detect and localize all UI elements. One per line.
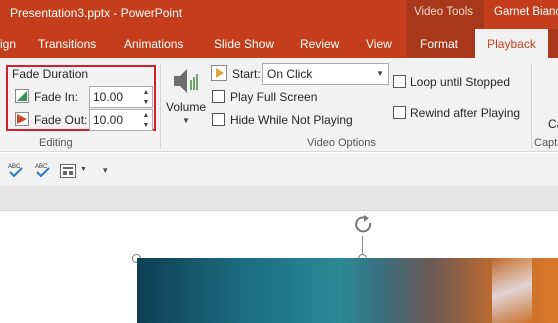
- fade-out-label: Fade Out:: [34, 113, 88, 127]
- video-options-group-label: Video Options: [307, 137, 376, 149]
- document-title: Presentation3.pptx - PowerPoint: [10, 6, 183, 20]
- tab-transitions[interactable]: Transitions: [38, 37, 96, 51]
- volume-button[interactable]: Volume ▼: [166, 64, 206, 136]
- captions-button-label[interactable]: Ca: [548, 117, 558, 131]
- tab-review[interactable]: Review: [300, 37, 339, 51]
- toolbar-divider-band: [0, 186, 558, 211]
- tab-view[interactable]: View: [366, 37, 392, 51]
- hide-while-not-playing-checkbox[interactable]: [212, 113, 225, 126]
- fade-in-icon: [15, 89, 29, 103]
- spin-down-icon[interactable]: ▼: [142, 121, 150, 130]
- rewind-after-playing-checkbox[interactable]: [393, 106, 406, 119]
- video-light-streak: [492, 258, 532, 323]
- customize-qat-icon[interactable]: ▾: [103, 165, 108, 176]
- group-separator: [531, 64, 532, 148]
- loop-until-stopped-checkbox[interactable]: [393, 75, 406, 88]
- tab-playback[interactable]: Playback: [475, 29, 548, 58]
- editing-group-label: Editing: [39, 137, 73, 149]
- tab-animations[interactable]: Animations: [124, 37, 183, 51]
- play-start-icon: [211, 65, 227, 81]
- fade-in-label: Fade In:: [34, 90, 79, 104]
- tab-design[interactable]: ign: [0, 37, 16, 51]
- fade-out-icon: [15, 112, 29, 126]
- speaker-icon: [174, 69, 198, 93]
- group-separator: [160, 64, 161, 148]
- video-frame[interactable]: [137, 258, 558, 323]
- fade-out-value: 10.00: [93, 113, 124, 127]
- fade-duration-label: Fade Duration: [12, 67, 89, 81]
- rewind-after-playing-label[interactable]: Rewind after Playing: [410, 106, 520, 120]
- fade-in-value: 10.00: [93, 90, 124, 104]
- svg-text:ABC: ABC: [8, 164, 21, 170]
- layout-dropdown[interactable]: ▼: [60, 164, 88, 178]
- rotate-handle-icon[interactable]: [352, 214, 376, 236]
- chevron-down-icon: ▼: [182, 116, 190, 125]
- user-name[interactable]: Garnet Bianc: [494, 6, 558, 18]
- ribbon-tab-row: ign Transitions Animations Slide Show Re…: [0, 29, 558, 58]
- play-full-screen-label[interactable]: Play Full Screen: [230, 90, 317, 104]
- title-bar: Presentation3.pptx - PowerPoint Video To…: [0, 0, 558, 29]
- start-value: On Click: [267, 67, 313, 81]
- loop-until-stopped-label[interactable]: Loop until Stopped: [410, 75, 510, 89]
- tab-format[interactable]: Format: [420, 37, 458, 51]
- slide-canvas: [0, 212, 558, 323]
- tab-slide-show[interactable]: Slide Show: [214, 37, 274, 51]
- spin-down-icon[interactable]: ▼: [142, 98, 150, 107]
- spelling-check-icon[interactable]: ABC: [8, 162, 24, 178]
- video-tools-label: Video Tools: [414, 6, 474, 18]
- quick-access-toolbar: ABC ABC ▼ ▾: [0, 153, 558, 186]
- start-label: Start:: [232, 67, 261, 81]
- play-full-screen-checkbox[interactable]: [212, 90, 225, 103]
- chevron-down-icon: ▼: [80, 166, 87, 173]
- chevron-down-icon: ▼: [376, 69, 384, 78]
- fade-out-spinner[interactable]: 10.00 ▲ ▼: [89, 109, 153, 131]
- hide-while-not-playing-label[interactable]: Hide While Not Playing: [230, 113, 353, 127]
- spin-up-icon[interactable]: ▲: [142, 88, 150, 97]
- start-dropdown[interactable]: On Click ▼: [262, 63, 389, 85]
- layout-icon: [60, 164, 76, 178]
- captions-group-label: Capt: [534, 137, 558, 149]
- spin-up-icon[interactable]: ▲: [142, 111, 150, 120]
- fade-in-spinner[interactable]: 10.00 ▲ ▼: [89, 86, 153, 108]
- volume-label: Volume: [166, 100, 207, 114]
- svg-text:ABC: ABC: [35, 164, 48, 170]
- spelling-check-icon[interactable]: ABC: [35, 162, 51, 178]
